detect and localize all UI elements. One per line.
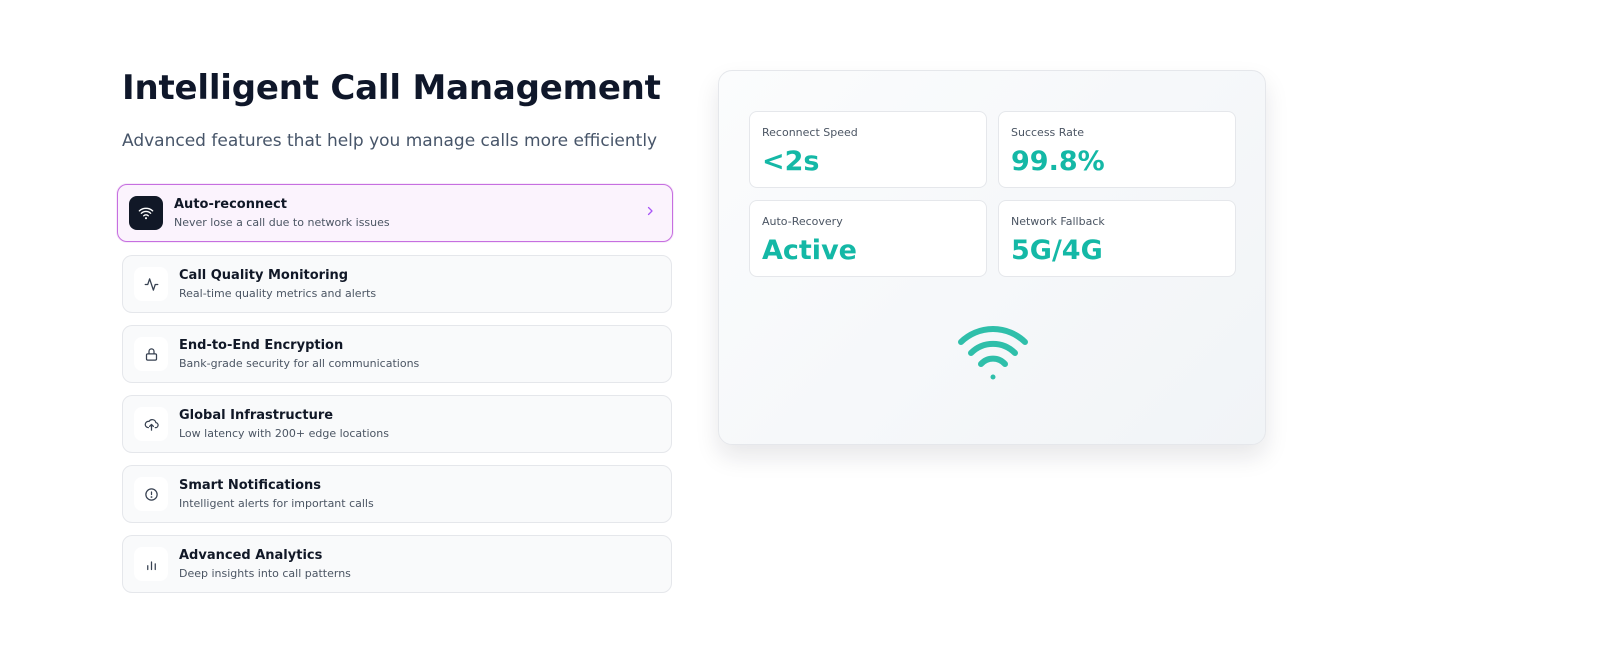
page-subtitle: Advanced features that help you manage c… [122,131,658,151]
cloud-upload-icon [134,407,168,441]
activity-icon [134,267,168,301]
stat-value: <2s [762,146,820,177]
stat-label: Success Rate [1011,126,1084,139]
stat-card-auto-recovery: Auto-Recovery Active [749,200,987,277]
feature-description: Intelligent alerts for important calls [179,497,374,510]
chevron-right-icon [644,204,656,222]
feature-title: Call Quality Monitoring [179,268,349,283]
page-title: Intelligent Call Management [122,68,661,108]
wifi-icon [129,196,163,230]
stat-label: Network Fallback [1011,215,1105,228]
feature-description: Deep insights into call patterns [179,567,351,580]
feature-title: Smart Notifications [179,478,322,493]
bar-chart-icon [134,547,168,581]
feature-title: Advanced Analytics [179,548,323,563]
feature-advanced-analytics[interactable]: Advanced Analytics Deep insights into ca… [122,535,672,593]
stat-value: 99.8% [1011,146,1105,177]
stat-card-reconnect-speed: Reconnect Speed <2s [749,111,987,188]
feature-title: Auto-reconnect [174,197,287,212]
lock-icon [134,337,168,371]
feature-smart-notifications[interactable]: Smart Notifications Intelligent alerts f… [122,465,672,523]
feature-title: End-to-End Encryption [179,338,344,353]
feature-call-quality-monitoring[interactable]: Call Quality Monitoring Real-time qualit… [122,255,672,313]
alert-circle-icon [134,477,168,511]
stat-value: Active [762,235,857,266]
feature-title: Global Infrastructure [179,408,334,423]
feature-description: Never lose a call due to network issues [174,216,390,229]
stat-card-success-rate: Success Rate 99.8% [998,111,1236,188]
stat-label: Reconnect Speed [762,126,858,139]
feature-description: Low latency with 200+ edge locations [179,427,389,440]
wifi-icon [957,326,1029,387]
feature-end-to-end-encryption[interactable]: End-to-End Encryption Bank-grade securit… [122,325,672,383]
stat-card-network-fallback: Network Fallback 5G/4G [998,200,1236,277]
feature-global-infrastructure[interactable]: Global Infrastructure Low latency with 2… [122,395,672,453]
feature-description: Real-time quality metrics and alerts [179,287,377,300]
feature-description: Bank-grade security for all communicatio… [179,357,420,370]
stat-value: 5G/4G [1011,235,1103,266]
feature-auto-reconnect[interactable]: Auto-reconnect Never lose a call due to … [117,184,673,242]
stat-label: Auto-Recovery [762,215,843,228]
stats-panel: Reconnect Speed <2s Success Rate 99.8% A… [718,70,1266,445]
